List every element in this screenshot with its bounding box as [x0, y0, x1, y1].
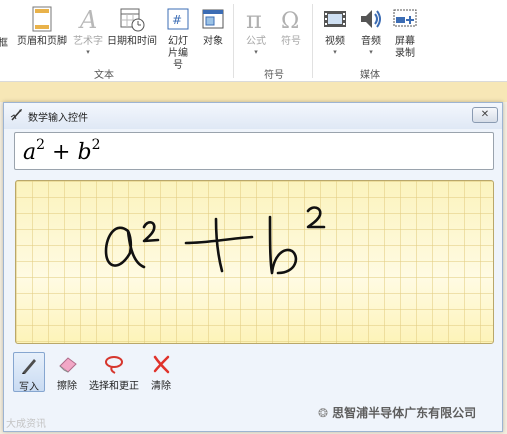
ribbon-separator — [233, 4, 234, 78]
ribbon-symbol-button[interactable]: Ω 符号 — [276, 6, 306, 48]
lasso-icon — [105, 356, 123, 374]
svg-text:π: π — [246, 6, 262, 32]
write-tool-label: 写入 — [19, 382, 39, 393]
ribbon-group-text: 文本 — [94, 70, 114, 81]
ribbon-header-footer-label: 页眉和页脚 — [17, 36, 67, 47]
ribbon-symbol-label: 符号 — [281, 36, 301, 47]
preview-base-a: a — [23, 140, 37, 165]
watermark-right: ❂ 思智浦半导体广东有限公司 — [318, 404, 476, 421]
math-preview-box: a2 + b2 — [14, 132, 494, 170]
object-icon — [202, 9, 224, 29]
handwriting-pad[interactable] — [15, 180, 494, 344]
ribbon-separator — [312, 4, 313, 78]
clear-tool-label: 清除 — [151, 381, 171, 392]
ribbon-screen-recording-button[interactable]: 屏幕录制 — [392, 6, 418, 60]
ribbon-wordart-label: 艺术字 — [73, 36, 103, 47]
select-correct-tool-label: 选择和更正 — [89, 381, 139, 392]
svg-text:#: # — [172, 13, 182, 27]
ribbon-audio-label: 音频 — [361, 36, 381, 47]
ribbon-screen-recording-label: 屏幕录制 — [395, 36, 415, 59]
ribbon-wordart-button[interactable]: A 艺术字 ▾ — [70, 6, 106, 56]
header-footer-icon — [32, 6, 52, 32]
chevron-down-icon: ▾ — [86, 48, 90, 56]
ink-stroke-b — [268, 215, 298, 275]
ribbon-video-label: 视频 — [325, 36, 345, 47]
chevron-down-icon: ▾ — [369, 48, 373, 56]
screen-record-icon — [393, 9, 417, 27]
ink-stroke-exponent-2 — [306, 206, 326, 229]
dialog-titlebar[interactable]: 数学输入控件 ✕ — [4, 103, 502, 129]
ribbon-textbox-button[interactable]: 框 — [0, 38, 8, 50]
insert-ribbon: 框 页眉和页脚 A 艺术字 ▾ 日期和时间 # 幻灯片编号 对象 文本 π 公式… — [0, 0, 507, 82]
pen-icon — [22, 359, 36, 374]
ribbon-textbox-label: 框 — [0, 38, 8, 49]
ink-stroke-exponent-1 — [142, 221, 160, 243]
wordart-icon: A — [78, 6, 97, 32]
svg-text:Ω: Ω — [281, 9, 299, 32]
chevron-down-icon: ▾ — [333, 48, 337, 56]
close-icon: ✕ — [480, 109, 490, 120]
close-button[interactable]: ✕ — [472, 107, 498, 123]
watermark-left: 大成资讯 — [6, 419, 46, 430]
ribbon-group-symbols: 符号 — [264, 70, 284, 81]
ribbon-equation-button[interactable]: π 公式 ▾ — [240, 6, 272, 56]
ink-stroke-plus-vertical — [214, 217, 224, 273]
ribbon-audio-button[interactable]: 音频 ▾ — [356, 6, 386, 56]
select-correct-tool-button[interactable]: 选择和更正 — [86, 352, 142, 392]
svg-text:A: A — [78, 6, 97, 32]
erase-tool-button[interactable]: 擦除 — [52, 352, 82, 392]
document-background-strip — [0, 82, 507, 102]
preview-base-b: b — [77, 140, 92, 165]
ribbon-equation-label: 公式 — [246, 36, 266, 47]
write-tool-button[interactable]: 写入 — [13, 352, 45, 393]
clear-tool-button[interactable]: 清除 — [147, 352, 175, 392]
handwriting-ink — [104, 206, 326, 275]
ink-stroke-a — [104, 226, 146, 269]
ribbon-slide-number-button[interactable]: # 幻灯片编号 — [160, 6, 196, 72]
ribbon-video-button[interactable]: 视频 ▾ — [320, 6, 350, 56]
pi-icon: π — [246, 6, 262, 32]
slide-number-icon: # — [167, 8, 189, 30]
ribbon-slide-number-label: 幻灯片编号 — [168, 36, 188, 71]
speaker-icon — [361, 10, 381, 28]
math-preview-expression: a2 + b2 — [23, 137, 101, 165]
ribbon-group-media: 媒体 — [360, 70, 380, 81]
ribbon-date-time-label: 日期和时间 — [107, 36, 157, 47]
clear-icon — [153, 355, 170, 374]
ink-stroke-plus-horizontal — [184, 235, 254, 245]
ribbon-header-footer-button[interactable]: 页眉和页脚 — [16, 6, 68, 48]
dialog-title: 数学输入控件 — [28, 113, 88, 124]
wechat-icon: ❂ — [318, 406, 329, 420]
erase-tool-label: 擦除 — [57, 381, 77, 392]
omega-icon: Ω — [281, 9, 299, 32]
calendar-clock-icon — [120, 8, 145, 32]
ribbon-object-button[interactable]: 对象 — [198, 6, 228, 48]
film-icon — [324, 11, 346, 27]
math-pen-icon — [10, 109, 22, 121]
preview-exponent-b: 2 — [91, 137, 101, 153]
math-input-dialog: 数学输入控件 ✕ a2 + b2 写入 擦除 选择和更正 清除 — [3, 102, 503, 432]
ribbon-object-label: 对象 — [203, 36, 223, 47]
ribbon-date-time-button[interactable]: 日期和时间 — [106, 6, 158, 48]
eraser-icon — [59, 357, 77, 373]
watermark-right-text: 思智浦半导体广东有限公司 — [332, 406, 477, 420]
chevron-down-icon: ▾ — [254, 48, 258, 56]
preview-operator: + — [52, 140, 71, 165]
preview-exponent-a: 2 — [36, 137, 46, 153]
